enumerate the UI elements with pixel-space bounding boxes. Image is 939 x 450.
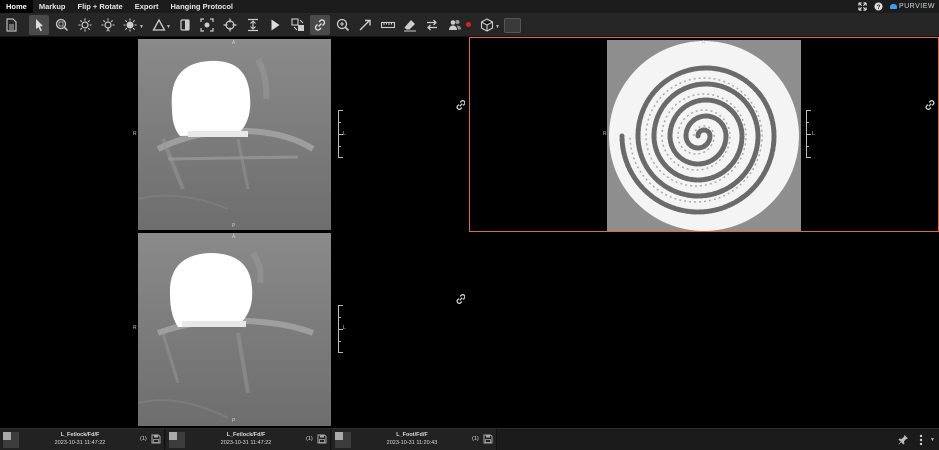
orientation-left: R [133,131,137,137]
radiograph-foot-image [607,40,801,231]
viewport-link-icon[interactable] [924,99,936,111]
brightness-icon[interactable] [75,15,95,35]
orientation-right: L [812,131,815,137]
series-name: L_Fetlock/Fd/F [60,432,100,438]
brand-logo: PURVIEW [889,3,935,10]
record-dot-icon [466,22,471,27]
orientation-bottom: P [232,223,236,229]
save-icon[interactable] [317,434,327,444]
window-level-icon[interactable] [120,15,140,35]
viewport-top-right[interactable]: A R L [469,37,939,232]
orientation-top: A [232,40,236,46]
series-image-count: (1) [306,436,313,442]
magnifier-roi-icon[interactable] [197,15,217,35]
color-swatch-icon[interactable] [504,18,521,33]
more-vertical-icon[interactable] [918,434,924,446]
series-name: L_Fetlock/Fd/F [226,432,266,438]
pointer-icon[interactable] [29,15,49,35]
eraser-icon[interactable] [400,15,420,35]
viewport-link-icon[interactable] [455,99,465,111]
toolbar: A ▼ ▼ ▼ [0,13,939,37]
series-image-count: (1) [140,436,147,442]
series-bar: L_Fetlock/Fd/F 2023-10-31 11:47:22 (1) L… [0,428,939,450]
cine-play-icon[interactable] [265,15,285,35]
viewport-link-icon[interactable] [455,293,465,305]
orientation-top: A [702,40,706,46]
series-name: L_Foot/Fd/F [396,432,428,438]
bar-caret-icon[interactable]: ▼ [930,437,935,443]
ruler-icon[interactable] [378,15,398,35]
series-thumbnail[interactable] [169,432,185,448]
orientation-top: A [232,234,236,240]
menu-bar: Home Markup Flip + Rotate Export Hanging… [0,0,939,13]
menu-right-controls: ? PURVIEW [858,0,935,13]
angle-caret-icon[interactable]: ▼ [166,24,171,30]
orientation-bottom: P [232,418,236,424]
series-thumbnail[interactable] [3,432,19,448]
series-item[interactable]: L_Fetlock/Fd/F 2023-10-31 11:47:22 (1) [0,429,165,450]
viewport-top-left[interactable]: A P R L [0,37,465,230]
cube-3d-icon[interactable] [477,15,497,35]
orientation-left: R [603,131,607,137]
crosshair-icon[interactable] [220,15,240,35]
radiograph-fetlock-image-2 [138,233,331,426]
series-item[interactable]: L_Foot/Fd/F 2023-10-31 11:20:43 (1) [332,429,497,450]
svg-text:A: A [106,28,110,33]
invert-icon[interactable] [175,15,195,35]
scale-bar [338,305,344,353]
menu-home[interactable]: Home [0,0,33,13]
series-image-count: (1) [472,436,479,442]
save-icon[interactable] [151,434,161,444]
auto-contrast-icon[interactable]: A [98,15,118,35]
scale-bar [338,110,344,158]
zoom-icon[interactable] [333,15,353,35]
series-item[interactable]: L_Fetlock/Fd/F 2023-10-31 11:47:22 (1) [166,429,331,450]
menu-flip-rotate[interactable]: Flip + Rotate [72,0,129,13]
center-icon[interactable] [243,15,263,35]
fullscreen-icon[interactable] [858,2,867,11]
swap-icon[interactable] [422,15,442,35]
cube-caret-icon[interactable]: ▼ [495,24,500,30]
arrow-annotate-icon[interactable] [355,15,375,35]
menu-export[interactable]: Export [129,0,165,13]
menu-hanging-protocol[interactable]: Hanging Protocol [165,0,240,13]
series-date: 2023-10-31 11:47:22 [220,440,272,446]
compare-icon[interactable] [288,15,308,35]
document-icon[interactable] [1,15,21,35]
window-level-caret-icon[interactable]: ▼ [139,24,144,30]
link-icon[interactable] [310,15,330,35]
series-date: 2023-10-31 11:47:22 [54,440,106,446]
viewport-bottom-left[interactable]: A P R L [0,232,465,427]
brand-name: PURVIEW [898,3,935,10]
svg-text:?: ? [877,4,881,11]
menu-markup[interactable]: Markup [33,0,72,13]
series-date: 2023-10-31 11:20:43 [386,440,438,446]
save-icon[interactable] [483,434,493,444]
radiograph-fetlock-image [138,39,331,230]
orientation-left: R [133,325,137,331]
help-icon[interactable]: ? [874,2,883,11]
pin-icon[interactable] [898,434,909,445]
zoom-region-icon[interactable] [52,15,72,35]
users-icon[interactable] [445,15,465,35]
scale-bar [806,110,812,158]
brand-mark-icon [889,4,897,9]
series-thumbnail[interactable] [335,432,351,448]
